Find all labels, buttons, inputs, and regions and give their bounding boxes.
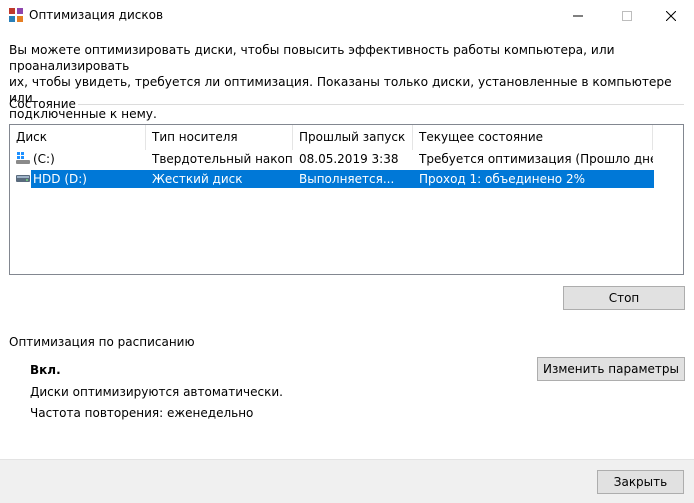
- hard-drive-icon: [16, 171, 30, 189]
- stop-button[interactable]: Стоп: [563, 286, 685, 310]
- maximize-icon: [622, 10, 632, 21]
- minimize-button[interactable]: [555, 0, 601, 31]
- minimize-icon: [573, 15, 583, 16]
- footer-bar: [0, 459, 694, 503]
- last-run: Выполняется...: [299, 172, 395, 186]
- maximize-button[interactable]: [604, 0, 650, 31]
- schedule-frequency: Частота повторения: еженедельно: [30, 406, 254, 420]
- media-type: Жесткий диск: [152, 172, 243, 186]
- description-text: Вы можете оптимизировать диски, чтобы по…: [9, 43, 672, 121]
- column-header-drive[interactable]: Диск: [10, 125, 146, 150]
- schedule-state: Вкл.: [30, 363, 61, 377]
- close-icon: [666, 10, 676, 21]
- schedule-section-label: Оптимизация по расписанию: [9, 335, 195, 349]
- status-section-label: Состояние: [9, 97, 76, 111]
- windows-drive-icon: [16, 151, 30, 169]
- title-bar: Оптимизация дисков: [0, 0, 694, 31]
- change-settings-button[interactable]: Изменить параметры: [537, 357, 685, 381]
- column-header-media-type[interactable]: Тип носителя: [146, 125, 293, 150]
- last-run: 08.05.2019 3:38: [299, 152, 399, 166]
- drive-name: HDD (D:): [33, 172, 87, 186]
- close-window-button[interactable]: [648, 0, 694, 31]
- current-status: Проход 1: объединено 2%: [419, 172, 585, 186]
- list-item-selected[interactable]: HDD (D:) Жесткий диск Выполняется... Про…: [10, 170, 683, 188]
- column-header-status[interactable]: Текущее состояние: [413, 125, 653, 150]
- section-divider: [78, 104, 684, 105]
- close-button[interactable]: Закрыть: [597, 470, 684, 494]
- current-status: Требуется оптимизация (Прошло дней ...: [419, 152, 653, 166]
- window-title: Оптимизация дисков: [29, 8, 164, 22]
- drive-name: (C:): [33, 152, 55, 166]
- schedule-auto-text: Диски оптимизируются автоматически.: [30, 385, 283, 399]
- drive-list[interactable]: Диск Тип носителя Прошлый запуск Текущее…: [9, 124, 684, 275]
- media-type: Твердотельный накоп...: [152, 152, 293, 166]
- defrag-app-icon: [8, 7, 24, 23]
- list-item[interactable]: (C:) Твердотельный накоп... 08.05.2019 3…: [10, 150, 683, 168]
- column-header-last-run[interactable]: Прошлый запуск: [293, 125, 413, 150]
- list-header: Диск Тип носителя Прошлый запуск Текущее…: [10, 125, 683, 150]
